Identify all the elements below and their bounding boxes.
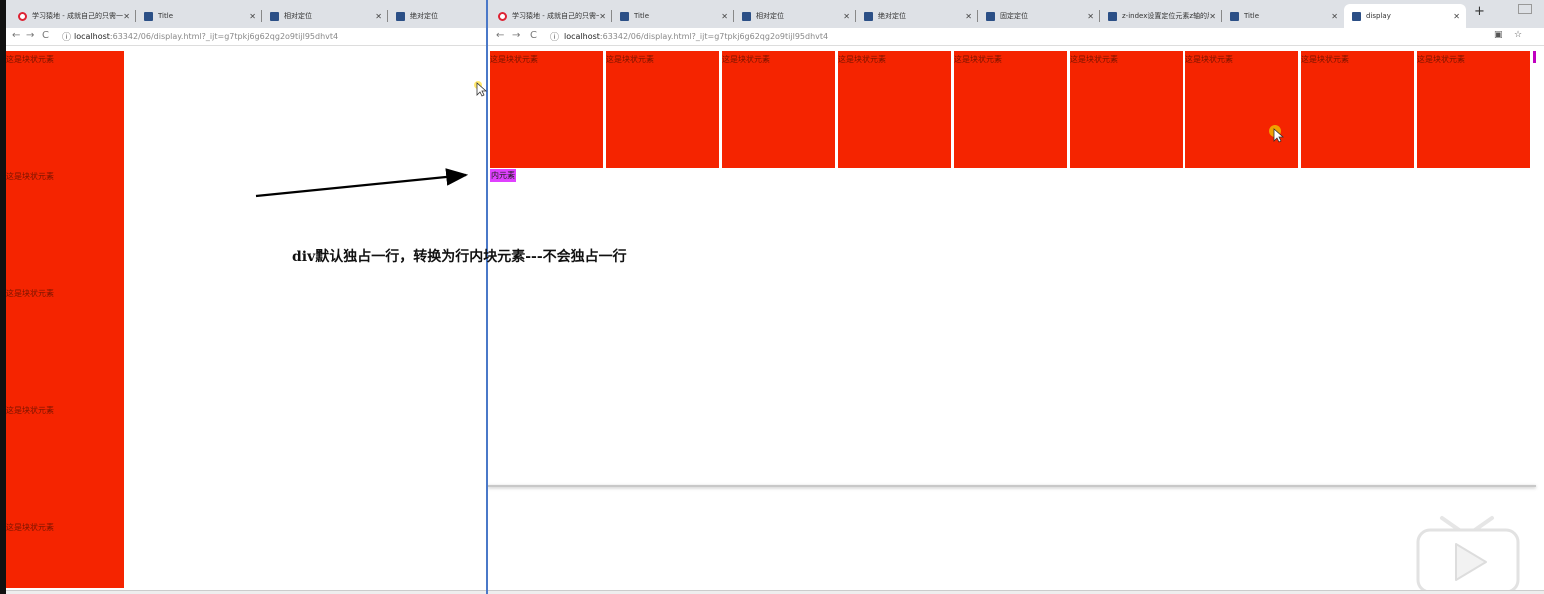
tab-strip: 学习猿地 - 成就自己的只需一门课 ✕ Title ✕ 相对定位 ✕ 绝对定位 … <box>488 0 1544 28</box>
page-viewport: 这是块状元素 这是块状元素 这是块状元素 这是块状元素 这是块状元素 这是块状元… <box>488 47 1544 594</box>
tab-label: Title <box>634 12 650 20</box>
mooc-icon <box>498 11 507 21</box>
video-play-logo-icon <box>1416 516 1520 590</box>
annotation-text: div默认独占一行，转换为行内块元素---不会独占一行 <box>292 249 627 265</box>
tab-label: 学习猿地 - 成就自己的只需一门课 <box>512 12 599 20</box>
tab-fixed[interactable]: 固定定位 ✕ <box>978 4 1100 28</box>
close-icon[interactable]: ✕ <box>1331 12 1338 21</box>
info-icon[interactable]: ⓘ <box>62 30 71 43</box>
mouse-cursor-highlight-icon <box>1269 125 1284 143</box>
url-field[interactable]: localhost:63342/06/display.html?_ijt=g7t… <box>564 32 828 41</box>
url-path: :63342/06/display.html?_ijt=g7tpkj6g62qg… <box>599 32 829 41</box>
reload-icon[interactable]: C <box>530 30 537 41</box>
tab-mooc[interactable]: 学习猿地 - 成就自己的只需一门课 ✕ <box>490 4 612 28</box>
page-viewport: 这是块状元素 这是块状元素 这是块状元素 这是块状元素 这是块状元素 <box>6 47 486 594</box>
inline-block-div-7: 这是块状元素 <box>1185 51 1298 168</box>
block-div-3: 这是块状元素 <box>6 285 124 402</box>
inline-block-div-8: 这是块状元素 <box>1301 51 1414 168</box>
inline-block-div-5: 这是块状元素 <box>954 51 1067 168</box>
tab-display-active[interactable]: display ✕ <box>1344 4 1466 28</box>
tab-label: 相对定位 <box>756 12 784 20</box>
close-icon[interactable]: ✕ <box>843 12 850 21</box>
tab-absolute[interactable]: 绝对定位 <box>388 4 486 28</box>
block-div-5: 这是块状元素 <box>6 519 124 588</box>
translate-icon[interactable]: ▣ <box>1494 30 1503 40</box>
webstorm-icon <box>270 11 279 21</box>
inline-block-div-4: 这是块状元素 <box>838 51 951 168</box>
viewport-bottom-shadow <box>488 485 1536 487</box>
inline-block-div-3: 这是块状元素 <box>722 51 835 168</box>
inline-block-div-1: 这是块状元素 <box>490 51 603 168</box>
block-div-1: 这是块状元素 <box>6 51 124 168</box>
close-icon[interactable]: ✕ <box>249 12 256 21</box>
restore-window-icon[interactable] <box>1518 4 1532 14</box>
webstorm-icon <box>864 11 873 21</box>
inline-span-element: 内元素 <box>490 169 516 182</box>
url-host: localhost <box>564 32 600 41</box>
tab-label: Title <box>1244 12 1260 20</box>
forward-icon[interactable]: → <box>512 30 520 41</box>
left-browser-window: 学习猿地 - 成就自己的只需一门课 ✕ Title ✕ 相对定位 ✕ 绝对定位 … <box>0 0 486 594</box>
webstorm-icon <box>986 11 995 21</box>
block-div-2: 这是块状元素 <box>6 168 124 285</box>
bookmark-star-icon[interactable]: ☆ <box>1514 30 1522 40</box>
right-browser-window: 学习猿地 - 成就自己的只需一门课 ✕ Title ✕ 相对定位 ✕ 绝对定位 … <box>486 0 1544 594</box>
new-tab-plus-icon[interactable]: + <box>1474 4 1485 19</box>
tab-label: 固定定位 <box>1000 12 1028 20</box>
address-bar: ← → C ⓘ localhost:63342/06/display.html?… <box>488 28 1544 46</box>
close-icon[interactable]: ✕ <box>599 12 606 21</box>
tab-label: 绝对定位 <box>410 12 438 20</box>
forward-icon[interactable]: → <box>26 30 34 41</box>
close-icon[interactable]: ✕ <box>965 12 972 21</box>
tab-mooc[interactable]: 学习猿地 - 成就自己的只需一门课 ✕ <box>10 4 136 28</box>
status-bar <box>488 590 1544 594</box>
close-icon[interactable]: ✕ <box>123 12 130 21</box>
close-icon[interactable]: ✕ <box>721 12 728 21</box>
back-icon[interactable]: ← <box>12 30 20 41</box>
webstorm-icon <box>1230 11 1239 21</box>
inline-block-div-9: 这是块状元素 <box>1417 51 1530 168</box>
webstorm-icon <box>1108 11 1117 21</box>
url-field[interactable]: localhost:63342/06/display.html?_ijt=g7t… <box>74 32 338 41</box>
tab-title[interactable]: Title ✕ <box>136 4 262 28</box>
tab-absolute[interactable]: 绝对定位 ✕ <box>856 4 978 28</box>
tab-title-2[interactable]: Title ✕ <box>1222 4 1344 28</box>
tab-label: display <box>1366 12 1391 20</box>
close-icon[interactable]: ✕ <box>1087 12 1094 21</box>
webstorm-icon <box>1352 11 1361 21</box>
inline-block-div-2: 这是块状元素 <box>606 51 719 168</box>
url-path: :63342/06/display.html?_ijt=g7tpkj6g62qg… <box>109 32 339 41</box>
mooc-icon <box>18 11 27 21</box>
tab-label: 相对定位 <box>284 12 312 20</box>
close-icon[interactable]: ✕ <box>1209 12 1216 21</box>
tab-relative[interactable]: 相对定位 ✕ <box>734 4 856 28</box>
webstorm-icon <box>620 11 629 21</box>
webstorm-icon <box>144 11 153 21</box>
overflow-element-edge <box>1533 51 1536 63</box>
webstorm-icon <box>396 11 405 21</box>
back-icon[interactable]: ← <box>496 30 504 41</box>
annotation-arrow <box>255 168 469 198</box>
tab-label: z-index设置定位元素z轴的层叠 <box>1122 12 1209 20</box>
address-bar: ← → C ⓘ localhost:63342/06/display.html?… <box>6 28 486 46</box>
reload-icon[interactable]: C <box>42 30 49 41</box>
tab-strip: 学习猿地 - 成就自己的只需一门课 ✕ Title ✕ 相对定位 ✕ 绝对定位 <box>6 0 486 28</box>
tab-label: Title <box>158 12 174 20</box>
tab-label: 学习猿地 - 成就自己的只需一门课 <box>32 12 123 20</box>
tab-title[interactable]: Title ✕ <box>612 4 734 28</box>
webstorm-icon <box>742 11 751 21</box>
close-icon[interactable]: ✕ <box>375 12 382 21</box>
tab-label: 绝对定位 <box>878 12 906 20</box>
close-icon[interactable]: ✕ <box>1453 12 1460 21</box>
mouse-cursor-icon <box>474 81 488 97</box>
inline-block-div-6: 这是块状元素 <box>1070 51 1183 168</box>
url-host: localhost <box>74 32 110 41</box>
info-icon[interactable]: ⓘ <box>550 30 559 43</box>
status-bar <box>6 590 486 594</box>
block-div-4: 这是块状元素 <box>6 402 124 519</box>
tab-zindex[interactable]: z-index设置定位元素z轴的层叠 ✕ <box>1100 4 1222 28</box>
tab-relative[interactable]: 相对定位 ✕ <box>262 4 388 28</box>
